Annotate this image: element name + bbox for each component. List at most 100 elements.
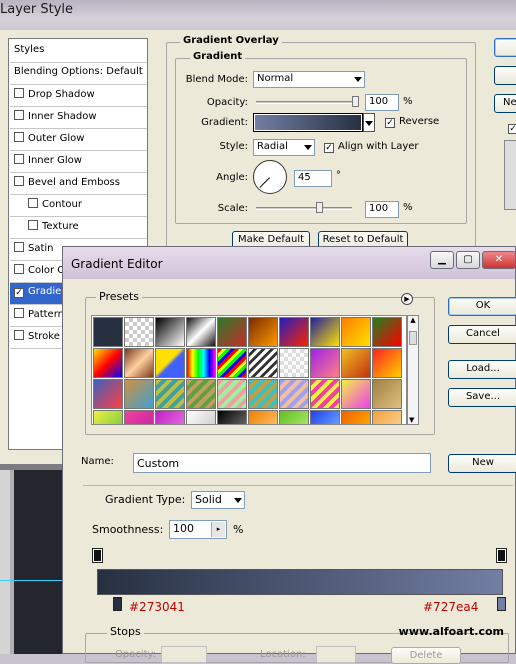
preset-swatch[interactable] [155,379,185,409]
scroll-down-icon[interactable]: ▼ [409,416,414,424]
preset-swatch[interactable] [155,348,185,378]
cancel-button[interactable]: Cancel [448,325,516,344]
preset-swatch[interactable] [217,317,247,347]
preset-swatch[interactable] [93,379,123,409]
preset-swatch[interactable] [279,317,309,347]
opacity-stop-right[interactable] [496,548,507,563]
close-button[interactable]: ✕ [482,251,516,269]
preset-swatch[interactable] [372,348,402,378]
preset-swatch[interactable] [248,379,278,409]
checkbox[interactable]: ✓ [14,288,24,298]
styles-header[interactable]: Styles [10,39,147,63]
scroll-up-icon[interactable]: ▲ [408,316,418,324]
preset-swatch[interactable] [124,410,154,424]
preset-swatch[interactable] [248,317,278,347]
preset-swatch[interactable] [310,348,340,378]
styles-item[interactable]: Bevel and Emboss [10,173,147,195]
preset-swatch[interactable] [310,379,340,409]
scroll-thumb[interactable] [409,331,417,345]
preset-swatch[interactable] [186,379,216,409]
preset-swatch[interactable] [124,379,154,409]
preset-swatch[interactable] [248,410,278,424]
preset-swatch[interactable] [310,317,340,347]
preset-swatch[interactable] [93,317,123,347]
opacity-slider-thumb[interactable] [352,96,359,107]
stop-location-input[interactable] [316,646,356,663]
ok-button-partial[interactable] [494,38,516,57]
styles-item[interactable]: Contour [10,195,147,217]
opacity-slider[interactable] [256,101,356,104]
scale-slider[interactable] [256,207,352,210]
reverse-checkbox[interactable]: ✓ Reverse [385,116,439,128]
minimize-button[interactable]: ▁ [430,251,454,269]
new-button[interactable]: New [448,454,516,473]
checkbox[interactable] [14,88,24,98]
preset-swatch[interactable] [155,317,185,347]
styles-item[interactable]: Outer Glow [10,129,147,151]
presets-scrollbar[interactable]: ▲ ▼ [407,315,419,425]
preset-swatch[interactable] [310,410,340,424]
preset-swatch[interactable] [341,410,371,424]
checkbox[interactable] [14,110,24,120]
styles-item[interactable]: Inner Glow [10,151,147,173]
stop-opacity-input[interactable] [161,646,207,663]
preset-swatch[interactable] [217,379,247,409]
color-stop-left[interactable] [113,597,122,611]
smoothness-input[interactable]: 100 ▸ [169,520,227,539]
save-button[interactable]: Save... [448,388,516,407]
cancel-button-partial[interactable] [494,66,516,85]
preset-swatch[interactable] [372,410,402,424]
gradient-picker[interactable] [253,113,363,132]
opacity-input[interactable]: 100 [365,94,399,111]
angle-dial[interactable] [253,160,287,194]
preset-swatch[interactable] [279,348,309,378]
preset-swatch[interactable] [279,379,309,409]
preset-swatch[interactable] [155,410,185,424]
checkbox[interactable] [14,264,24,274]
preset-swatch[interactable] [217,348,247,378]
presets-menu-icon[interactable]: ▶ [401,293,413,305]
ok-button[interactable]: OK [448,297,516,316]
style-select[interactable]: Radial [253,139,315,156]
scale-input[interactable]: 100 [365,201,399,218]
preset-swatch[interactable] [248,348,278,378]
gradient-dropdown[interactable] [363,113,375,132]
preset-swatch[interactable] [186,348,216,378]
scale-slider-thumb[interactable] [316,202,323,213]
checkbox[interactable] [14,242,24,252]
gradient-type-select[interactable]: Solid [191,491,245,509]
styles-item[interactable]: Drop Shadow [10,85,147,107]
checkbox[interactable] [14,154,24,164]
delete-button[interactable]: Delete [391,647,461,664]
preset-swatch[interactable] [124,348,154,378]
preset-swatch[interactable] [186,317,216,347]
styles-item[interactable]: Inner Shadow [10,107,147,129]
new-style-button-partial[interactable]: Ne [494,94,516,113]
checkbox[interactable] [14,308,24,318]
checkbox[interactable] [14,176,24,186]
opacity-stop-left[interactable] [92,548,103,563]
preset-swatch[interactable] [341,348,371,378]
preset-swatch[interactable] [372,317,402,347]
smoothness-stepper-icon[interactable]: ▸ [211,522,225,537]
angle-input[interactable]: 45 [294,170,332,187]
styles-item[interactable]: Blending Options: Default [10,63,147,85]
checkbox[interactable] [14,330,24,340]
styles-item[interactable]: Texture [10,217,147,239]
load-button[interactable]: Load... [448,360,516,379]
preset-swatch[interactable] [341,317,371,347]
maximize-button[interactable]: ▢ [456,251,480,269]
preset-swatch[interactable] [279,410,309,424]
preset-swatch[interactable] [217,410,247,424]
align-checkbox[interactable]: ✓ Align with Layer [324,141,419,153]
preview-checkbox-partial[interactable]: ✓ [508,120,516,134]
name-input[interactable]: Custom [133,453,431,473]
checkbox[interactable] [28,220,38,230]
preset-swatch[interactable] [124,317,154,347]
color-stop-right[interactable] [497,597,506,611]
preset-swatch[interactable] [372,379,402,409]
preset-swatch[interactable] [186,410,216,424]
preset-swatch[interactable] [93,348,123,378]
preset-swatch[interactable] [341,379,371,409]
checkbox[interactable] [14,132,24,142]
